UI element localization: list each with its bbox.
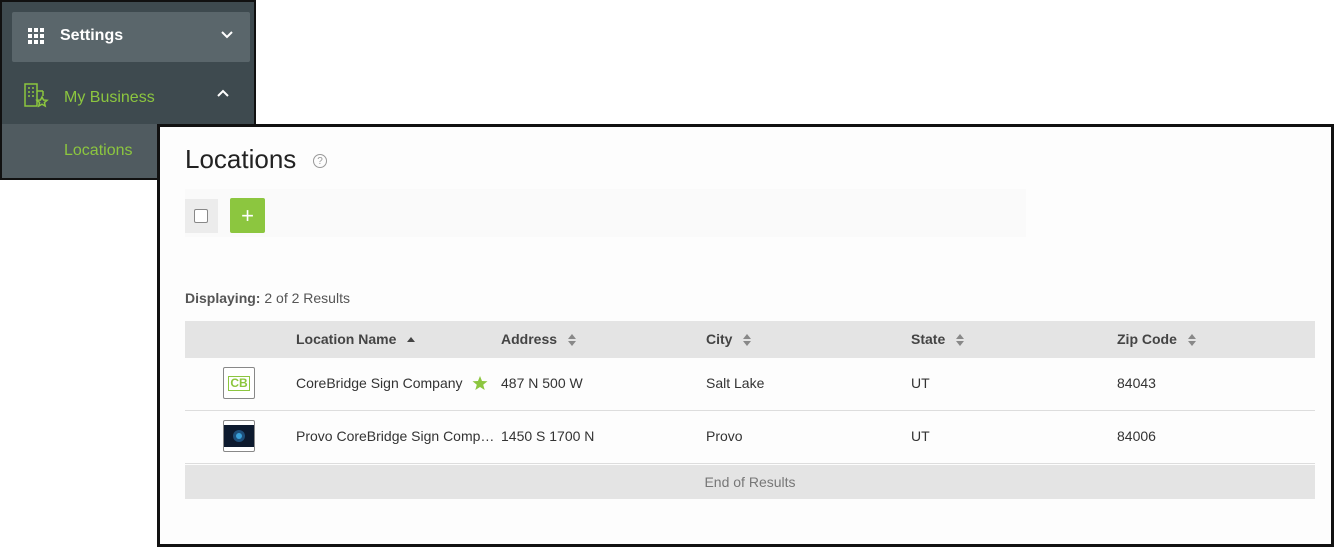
table-header: Location Name Address City State Zip Cod… — [185, 321, 1315, 358]
table-row[interactable]: CB CoreBridge Sign Company 487 N 500 W S… — [185, 358, 1315, 411]
chevron-down-icon — [221, 31, 233, 39]
toolbar — [185, 189, 1026, 237]
cell-city: Salt Lake — [706, 375, 765, 391]
cell-zip-code: 84006 — [1117, 428, 1156, 444]
column-label: State — [911, 331, 946, 347]
sidebar-item-my-business[interactable]: My Business — [2, 68, 254, 124]
results-count: Displaying: 2 of 2 Results — [185, 290, 350, 306]
cell-location-name: Provo CoreBridge Sign Comp… — [296, 428, 495, 444]
add-location-button[interactable]: + — [230, 198, 265, 233]
cell-state: UT — [911, 375, 930, 391]
column-header-zip-code[interactable]: Zip Code — [1117, 331, 1197, 347]
sidebar-locations-label: Locations — [64, 142, 133, 159]
column-label: City — [706, 331, 733, 347]
column-header-address[interactable]: Address — [501, 331, 577, 347]
table-row[interactable]: Provo CoreBridge Sign Comp… 1450 S 1700 … — [185, 411, 1315, 464]
column-label: Address — [501, 331, 558, 347]
logo-image — [224, 425, 254, 447]
sort-icon — [567, 334, 576, 347]
star-icon — [472, 376, 488, 390]
locations-panel: Locations ? + Displaying: 2 of 2 Results… — [157, 124, 1334, 547]
sort-icon — [743, 334, 752, 347]
column-header-location-name[interactable]: Location Name — [296, 331, 416, 347]
column-header-city[interactable]: City — [706, 331, 752, 347]
cell-zip-code: 84043 — [1117, 375, 1156, 391]
end-of-results: End of Results — [185, 465, 1315, 499]
checkbox-box — [194, 209, 208, 223]
displaying-value: 2 of 2 Results — [264, 290, 350, 306]
chevron-up-icon — [217, 89, 229, 97]
cell-address: 487 N 500 W — [501, 375, 583, 391]
sort-ascending-icon — [407, 337, 416, 343]
column-label: Location Name — [296, 331, 397, 347]
cell-city: Provo — [706, 428, 743, 444]
building-star-icon — [24, 83, 49, 108]
column-header-state[interactable]: State — [911, 331, 965, 347]
help-icon[interactable]: ? — [313, 154, 327, 168]
sidebar-my-business-label: My Business — [64, 89, 155, 106]
grid-icon — [28, 28, 44, 44]
displaying-label: Displaying: — [185, 290, 261, 306]
column-label: Zip Code — [1117, 331, 1177, 347]
cell-address: 1450 S 1700 N — [501, 428, 595, 444]
sidebar-settings-label: Settings — [60, 27, 124, 44]
select-all-checkbox[interactable] — [185, 199, 218, 233]
sort-icon — [956, 334, 965, 347]
location-logo: CB — [223, 367, 255, 399]
sidebar-item-settings[interactable]: Settings — [12, 12, 250, 62]
location-logo — [223, 420, 255, 452]
cell-state: UT — [911, 428, 930, 444]
logo-text: CB — [228, 375, 250, 391]
page-title: Locations — [185, 144, 297, 174]
sort-icon — [1187, 334, 1196, 347]
location-name: CoreBridge Sign Company — [296, 375, 463, 391]
cell-location-name: CoreBridge Sign Company — [296, 375, 488, 391]
